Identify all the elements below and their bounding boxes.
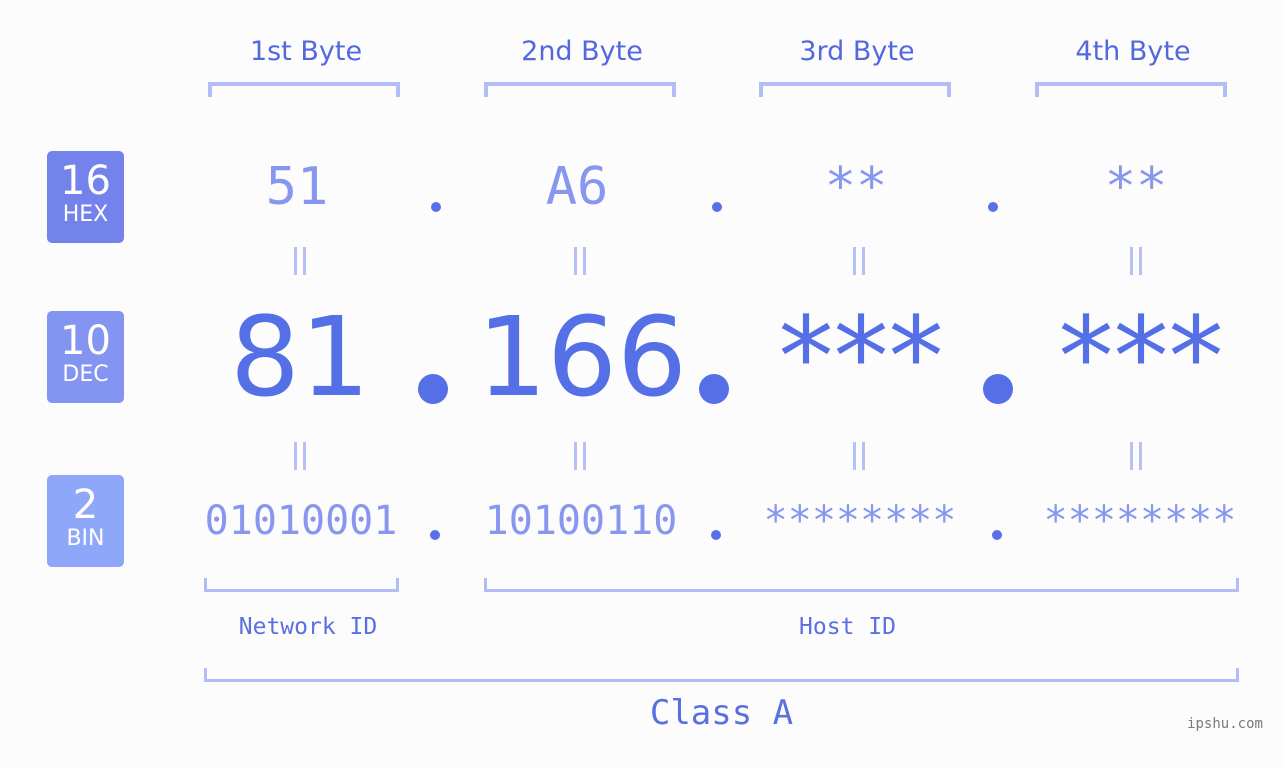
host-id-bracket [484,578,1239,592]
dec-separator-dot [699,374,729,404]
watermark: ipshu.com [1187,716,1263,732]
dec-badge: 10 DEC [47,311,124,403]
bin-byte-1: 01010001 [204,498,398,544]
host-id-label: Host ID [799,614,896,640]
equals-marker [570,247,590,275]
equals-marker [570,442,590,470]
network-id-bracket [204,578,399,592]
dec-byte-2: 166 [477,293,687,421]
dec-base-label: DEC [62,362,109,387]
hex-base-label: HEX [62,202,109,227]
hex-byte-2: A6 [545,157,609,217]
hex-separator-dot [988,202,998,212]
hex-separator-dot [431,202,441,212]
class-bracket [204,668,1239,682]
bin-separator-dot [992,530,1002,540]
hex-base-number: 16 [60,158,111,204]
equals-marker [1126,442,1146,470]
byte-bracket-1 [208,82,400,97]
bin-base-number: 2 [72,482,99,528]
equals-marker [290,442,310,470]
hex-byte-1: 51 [265,157,329,217]
byte-bracket-2 [484,82,676,97]
hex-separator-dot [712,202,722,212]
equals-marker [849,442,869,470]
dec-separator-dot [983,374,1013,404]
byte-bracket-3 [759,82,951,97]
dec-base-number: 10 [60,318,111,364]
network-id-label: Network ID [238,614,378,640]
hex-byte-4: ** [1104,157,1168,217]
byte-header-1: 1st Byte [249,36,363,67]
equals-marker [1126,247,1146,275]
dec-separator-dot [418,374,448,404]
bin-byte-4: ******** [1043,498,1237,544]
byte-header-3: 3rd Byte [799,36,915,67]
bin-separator-dot [430,530,440,540]
hex-badge: 16 HEX [47,151,124,243]
equals-marker [290,247,310,275]
dec-byte-3: *** [778,293,944,421]
hex-byte-3: ** [824,157,888,217]
byte-bracket-4 [1035,82,1227,97]
dec-byte-4: *** [1058,293,1224,421]
class-label: Class A [649,693,794,733]
bin-base-label: BIN [66,526,105,551]
bin-byte-3: ******** [763,498,957,544]
bin-byte-2: 10100110 [484,498,678,544]
bin-badge: 2 BIN [47,475,124,567]
dec-byte-1: 81 [230,293,370,421]
bin-separator-dot [711,530,721,540]
equals-marker [849,247,869,275]
byte-header-4: 4th Byte [1075,36,1191,67]
byte-header-2: 2nd Byte [521,36,643,67]
